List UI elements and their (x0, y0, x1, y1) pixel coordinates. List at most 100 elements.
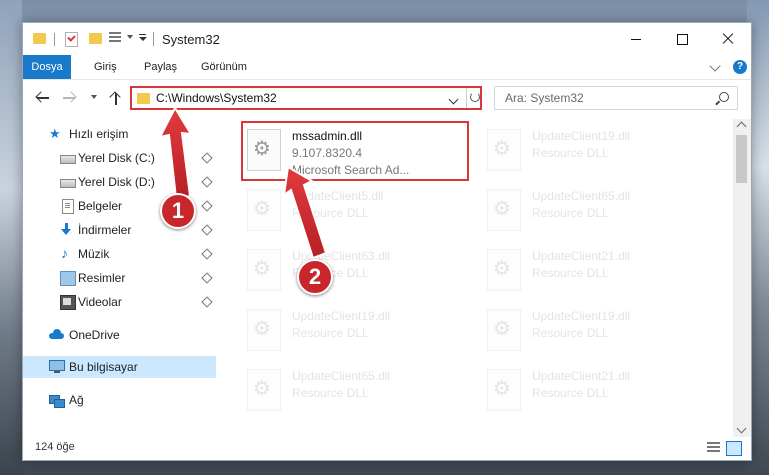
sidebar-item-quick-access[interactable]: ★ Hızlı erişim (23, 123, 216, 145)
file-name: UpdateClient65.dll (292, 369, 391, 383)
status-bar: 124 öğe (23, 437, 751, 460)
large-icons-view-icon[interactable] (726, 441, 742, 456)
sidebar-item-label: Müzik (78, 247, 110, 261)
expand-ribbon-icon[interactable] (709, 60, 721, 72)
sidebar-item-network[interactable]: Ağ (23, 389, 216, 411)
this-pc-icon (49, 360, 65, 373)
drive-icon (60, 155, 76, 164)
onedrive-icon (49, 328, 64, 341)
title-separator (153, 32, 154, 46)
sidebar-item-onedrive[interactable]: OneDrive (23, 324, 216, 346)
details-view-icon[interactable] (707, 442, 720, 454)
sidebar-item-videos[interactable]: Videolar (23, 291, 216, 313)
sidebar-item-label: İndirmeler (78, 223, 132, 237)
file-item[interactable]: UpdateClient21.dll Resource DLL (481, 363, 701, 421)
file-item[interactable]: UpdateClient19.dll Resource DLL (481, 123, 701, 181)
pin-icon[interactable] (201, 272, 213, 284)
vertical-scrollbar[interactable] (733, 119, 751, 437)
sidebar-item-music[interactable]: ♪ Müzik (23, 243, 216, 265)
minimize-button[interactable] (613, 23, 659, 55)
desktop-background-left (0, 0, 22, 475)
dll-file-icon (247, 249, 281, 291)
file-type: Resource DLL (532, 206, 609, 220)
file-item[interactable]: UpdateClient63.dll Resource DLL (241, 243, 461, 301)
dll-file-icon (487, 189, 521, 231)
search-icon[interactable] (719, 92, 729, 102)
sidebar-item-local-disk-c[interactable]: Yerel Disk (C:) (23, 147, 216, 169)
properties-icon[interactable] (109, 32, 121, 44)
properties-check-icon[interactable] (65, 32, 78, 47)
drive-icon (60, 179, 76, 188)
tab-view[interactable]: Görünüm (201, 55, 247, 79)
close-button[interactable] (705, 23, 751, 55)
pin-icon[interactable] (201, 152, 213, 164)
file-type: Resource DLL (532, 326, 609, 340)
item-count: 124 öğe (35, 441, 75, 453)
file-item[interactable]: UpdateClient21.dll Resource DLL (481, 243, 701, 301)
music-icon: ♪ (61, 245, 68, 261)
sidebar-item-this-pc[interactable]: Bu bilgisayar (23, 356, 216, 378)
file-name: UpdateClient65.dll (532, 189, 631, 203)
scroll-down-icon[interactable] (736, 423, 747, 434)
sidebar-item-label: Bu bilgisayar (69, 360, 138, 374)
dll-file-icon (247, 189, 281, 231)
download-icon (60, 223, 74, 236)
properties-dropdown-icon[interactable] (127, 35, 133, 39)
file-type: Resource DLL (532, 266, 609, 280)
file-item[interactable]: UpdateClient65.dll Resource DLL (241, 363, 461, 421)
chevron-down-icon[interactable] (448, 94, 459, 105)
customize-toolbar-icon[interactable] (139, 34, 147, 42)
new-folder-icon[interactable] (89, 33, 102, 44)
folder-icon (33, 33, 46, 44)
recent-locations-dropdown-icon[interactable] (91, 95, 97, 99)
sidebar-item-local-disk-d[interactable]: Yerel Disk (D:) (23, 171, 216, 193)
tab-home[interactable]: Giriş (94, 55, 117, 79)
back-arrow-icon[interactable] (35, 91, 49, 105)
pin-icon[interactable] (201, 200, 213, 212)
refresh-icon[interactable] (466, 88, 483, 108)
videos-icon (60, 295, 76, 310)
step-1-badge: 1 (160, 193, 196, 229)
network-icon (49, 393, 65, 408)
address-bar[interactable]: C:\Windows\System32 (130, 86, 482, 110)
file-type: Resource DLL (292, 206, 369, 220)
file-name: UpdateClient21.dll (532, 369, 631, 383)
sidebar-item-label: Videolar (78, 295, 122, 309)
tab-file[interactable]: Dosya (23, 55, 71, 79)
pin-icon[interactable] (201, 224, 213, 236)
file-item[interactable]: UpdateClient19.dll Resource DLL (241, 303, 461, 361)
file-item[interactable]: UpdateClient65.dll Resource DLL (481, 183, 701, 241)
up-arrow-icon[interactable] (109, 90, 123, 106)
pin-icon[interactable] (201, 176, 213, 188)
file-name: UpdateClient19.dll (532, 309, 631, 323)
dll-file-icon (487, 369, 521, 411)
ribbon: Dosya Giriş Paylaş Görünüm ? (23, 55, 751, 80)
file-item[interactable]: UpdateClient19.dll Resource DLL (481, 303, 701, 361)
file-type: Resource DLL (292, 326, 369, 340)
title-bar: System32 (23, 23, 751, 55)
pin-icon[interactable] (201, 248, 213, 260)
forward-arrow-icon[interactable] (63, 91, 77, 105)
file-name: UpdateClient5.dll (292, 189, 384, 203)
scroll-up-icon[interactable] (736, 121, 747, 132)
file-type: Resource DLL (292, 386, 369, 400)
file-name: UpdateClient21.dll (532, 249, 631, 263)
file-item[interactable]: UpdateClient5.dll Resource DLL (241, 183, 461, 241)
pictures-icon (60, 271, 76, 286)
sidebar-item-pictures[interactable]: Resimler (23, 267, 216, 289)
file-explorer-window: System32 Dosya Giriş Paylaş Görünüm ? C:… (22, 22, 752, 461)
search-placeholder: Ara: System32 (505, 91, 584, 105)
file-highlight-box (241, 121, 469, 181)
scrollbar-thumb[interactable] (736, 135, 747, 183)
sidebar-item-label: Yerel Disk (C:) (78, 151, 155, 165)
sidebar-item-label: Yerel Disk (D:) (78, 175, 155, 189)
pin-icon[interactable] (201, 296, 213, 308)
maximize-button[interactable] (659, 23, 705, 55)
address-path[interactable]: C:\Windows\System32 (156, 91, 277, 105)
search-input[interactable]: Ara: System32 (494, 86, 738, 110)
star-icon: ★ (49, 126, 61, 141)
tab-share[interactable]: Paylaş (144, 55, 177, 79)
help-icon[interactable]: ? (733, 60, 747, 74)
toolbar-separator (54, 33, 55, 46)
step-2-badge: 2 (297, 259, 333, 295)
